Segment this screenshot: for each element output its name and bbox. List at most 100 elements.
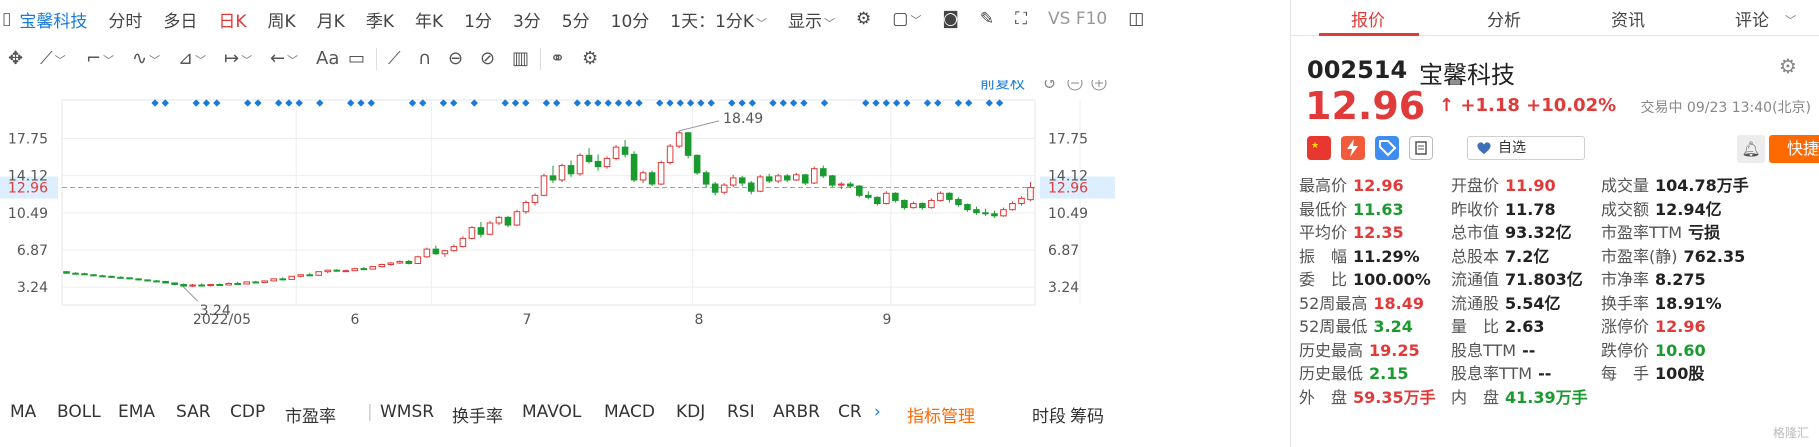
candle-body [865,194,872,198]
kline-chart[interactable]: 前复权 ↺ 3.24 3.246.87 6.8710.49 10.4914.12 14.… [0,80,1115,398]
quick-trade-button[interactable]: 快捷交易 [1769,135,1819,163]
time-range-button[interactable]: 时段 [1032,402,1066,427]
indicator-10[interactable]: KDJ [676,402,705,422]
indicator-8[interactable]: MAVOL [522,402,581,422]
quote-field-label: 开盘价 [1451,176,1500,195]
magnet-icon[interactable]: ∩ [418,48,431,69]
candle-body [558,165,566,181]
camera-icon[interactable]: ◙ [942,9,959,29]
candle-body [423,248,431,258]
tab-quote[interactable]: 报价 [1351,6,1385,31]
lock-drawing-icon[interactable]: ⊖ [448,48,463,69]
text-tool-icon[interactable]: Aa [316,48,339,69]
candle-body [801,174,809,184]
indicator-2[interactable]: EMA [118,402,155,422]
indicator-11[interactable]: RSI [727,402,755,422]
period-tab-10[interactable]: 10分 [611,7,650,32]
indicator-1[interactable]: BOLL [57,402,101,422]
period-tab-4[interactable]: 月K [317,7,345,32]
indicator-13[interactable]: CR [838,402,862,422]
flash-icon[interactable] [1341,136,1365,160]
period-tab-3[interactable]: 周K [268,7,296,32]
tab-analysis[interactable]: 分析 [1487,6,1521,31]
indicator-7[interactable]: 换手率 [452,402,503,427]
indicator-manage-button[interactable]: 指标管理 [907,402,975,427]
quote-field-value: 8.275 [1655,270,1706,289]
eraser-icon[interactable]: ⟋ [388,48,401,69]
chip-distribution-button[interactable]: 筹码 [1070,402,1104,427]
quote-field-value: 100.00% [1353,270,1431,289]
indicator-9[interactable]: MACD [604,402,655,422]
drawing-settings-icon[interactable]: ⚙ [582,48,598,69]
period-tab-8[interactable]: 3分 [513,7,541,32]
period-tab-1[interactable]: 多日 [163,7,197,32]
frame-select-icon[interactable]: ▢ ﹀ [892,9,921,29]
quote-field-label: 量 比 [1451,317,1500,336]
period-tab-2[interactable]: 日K [218,7,246,32]
candle-body [729,177,737,186]
arrow-tool-icon[interactable]: ← ﹀ [270,48,298,69]
fullscreen-icon[interactable]: ⛶ [1015,9,1027,29]
up-arrow-icon: ↑ [1439,95,1455,116]
period-select[interactable]: 1天：1分K ﹀ [670,7,767,32]
candle-body [135,278,142,281]
pen-icon[interactable]: ✎ [980,9,994,29]
fib-tool-icon[interactable]: ⊿ ﹀ [178,48,206,69]
settings-gear-icon[interactable]: ⚙ [1779,54,1797,78]
bell-icon[interactable]: 🔔︎ [1737,135,1765,163]
sidebar-toggle-icon[interactable]: ◫ [1128,9,1144,29]
polyline-tool-icon[interactable]: ⌐ ﹀ [86,48,114,69]
indicator-5[interactable]: 市盈率 [285,402,336,427]
candle-body [693,154,701,174]
candle-body [189,284,196,287]
move-icon[interactable]: ✥ [8,48,23,69]
period-tab-5[interactable]: 季K [366,7,394,32]
settings-gear-icon[interactable]: ⚙ [856,9,871,29]
quote-field-value: 12.35 [1353,223,1404,242]
quote-field-value: 2.15 [1369,364,1409,383]
document-icon[interactable] [1409,136,1433,160]
period-tab-0[interactable]: 分时 [108,7,142,32]
candle-body [63,271,70,274]
tag-icon[interactable] [1375,136,1399,160]
hide-drawing-icon[interactable]: ⊘ [480,48,495,69]
period-tab-9[interactable]: 5分 [562,7,590,32]
quote-field: 量 比 2.63 [1451,313,1545,337]
period-tab-7[interactable]: 1分 [464,7,492,32]
quote-field: 股息TTM -- [1451,337,1535,361]
chevron-down-icon[interactable]: ﹀ [1785,12,1796,28]
vs-f10-button[interactable]: VS F10 [1048,9,1107,29]
zoom-out-icon[interactable] [1067,80,1083,91]
line-tool-icon[interactable]: ⟋ ﹀ [40,48,66,69]
adjust-label[interactable]: 前复权 [980,80,1025,92]
quote-field: 最高价 12.96 [1299,172,1404,196]
quote-field-label: 平均价 [1299,223,1348,242]
tab-news[interactable]: 资讯 [1611,6,1645,31]
link-icon[interactable]: ⚭ [550,48,565,69]
display-menu[interactable]: 显示 ﹀ [788,7,835,32]
indicator-6[interactable]: WMSR [380,402,434,422]
comment-tool-icon[interactable]: ▭ [348,48,365,69]
quote-field-value: 93.32亿 [1505,223,1572,242]
indicator-12[interactable]: ARBR [773,402,820,422]
indicator-3[interactable]: SAR [176,402,211,422]
trash-icon[interactable]: ▥ [512,48,529,69]
measure-tool-icon[interactable]: ↦ ﹀ [224,48,252,69]
candle-body [387,262,395,266]
stock-name-link[interactable]: 宝馨科技 [19,7,87,32]
candle-body [549,175,557,181]
indicator-4[interactable]: CDP [230,402,265,422]
candle-body [279,278,287,281]
chevron-right-icon[interactable]: › [874,402,881,422]
quote-field-value: 7.2亿 [1505,246,1550,266]
change-value: +1.18 [1460,95,1520,116]
indicator-0[interactable]: MA [10,402,36,422]
candle-body [576,154,584,175]
period-tab-6[interactable]: 年K [415,7,443,32]
candle-body [306,274,314,277]
quote-field-label: 市盈率(静) [1601,246,1678,266]
undo-icon[interactable]: ↺ [1043,80,1056,93]
wave-tool-icon[interactable]: ∿ ﹀ [132,48,160,69]
tab-comments[interactable]: 评论 [1735,6,1769,31]
watchlist-button[interactable]: 自选 [1467,136,1585,160]
